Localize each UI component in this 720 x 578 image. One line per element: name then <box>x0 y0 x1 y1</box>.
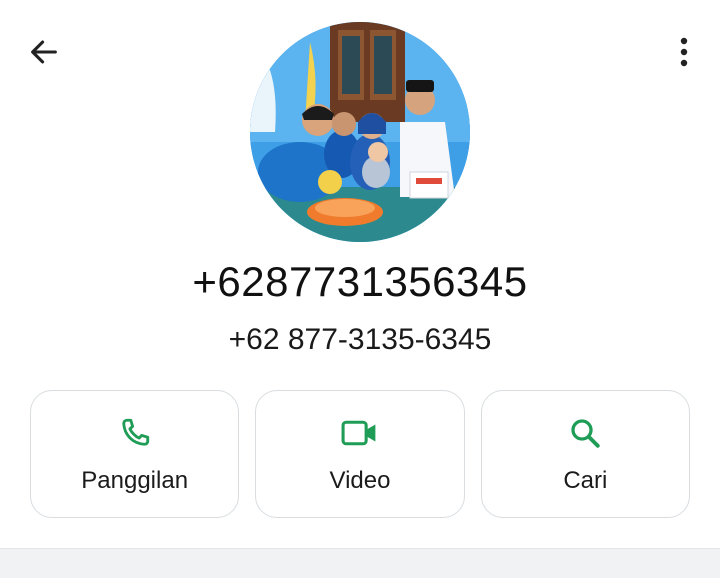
back-button[interactable] <box>22 30 66 74</box>
avatar[interactable] <box>250 22 470 242</box>
section-divider <box>0 548 720 578</box>
call-button[interactable]: Panggilan <box>30 390 240 518</box>
more-options-button[interactable] <box>666 30 702 74</box>
video-call-button[interactable]: Video <box>255 390 465 518</box>
action-buttons-row: Panggilan Video Cari <box>30 390 690 518</box>
search-button[interactable]: Cari <box>480 390 690 518</box>
arrow-left-icon <box>31 40 57 64</box>
video-call-button-label: Video <box>329 467 391 494</box>
contact-name: +6287731356345 <box>192 258 528 305</box>
phone-icon <box>115 413 155 453</box>
video-icon <box>340 413 380 453</box>
more-vertical-icon <box>680 37 688 67</box>
call-button-label: Panggilan <box>81 467 189 494</box>
search-button-label: Cari <box>563 467 608 494</box>
search-icon <box>565 413 605 453</box>
contact-phone-number: +62 877-3135-6345 <box>228 323 492 356</box>
avatar-photo <box>250 22 470 242</box>
